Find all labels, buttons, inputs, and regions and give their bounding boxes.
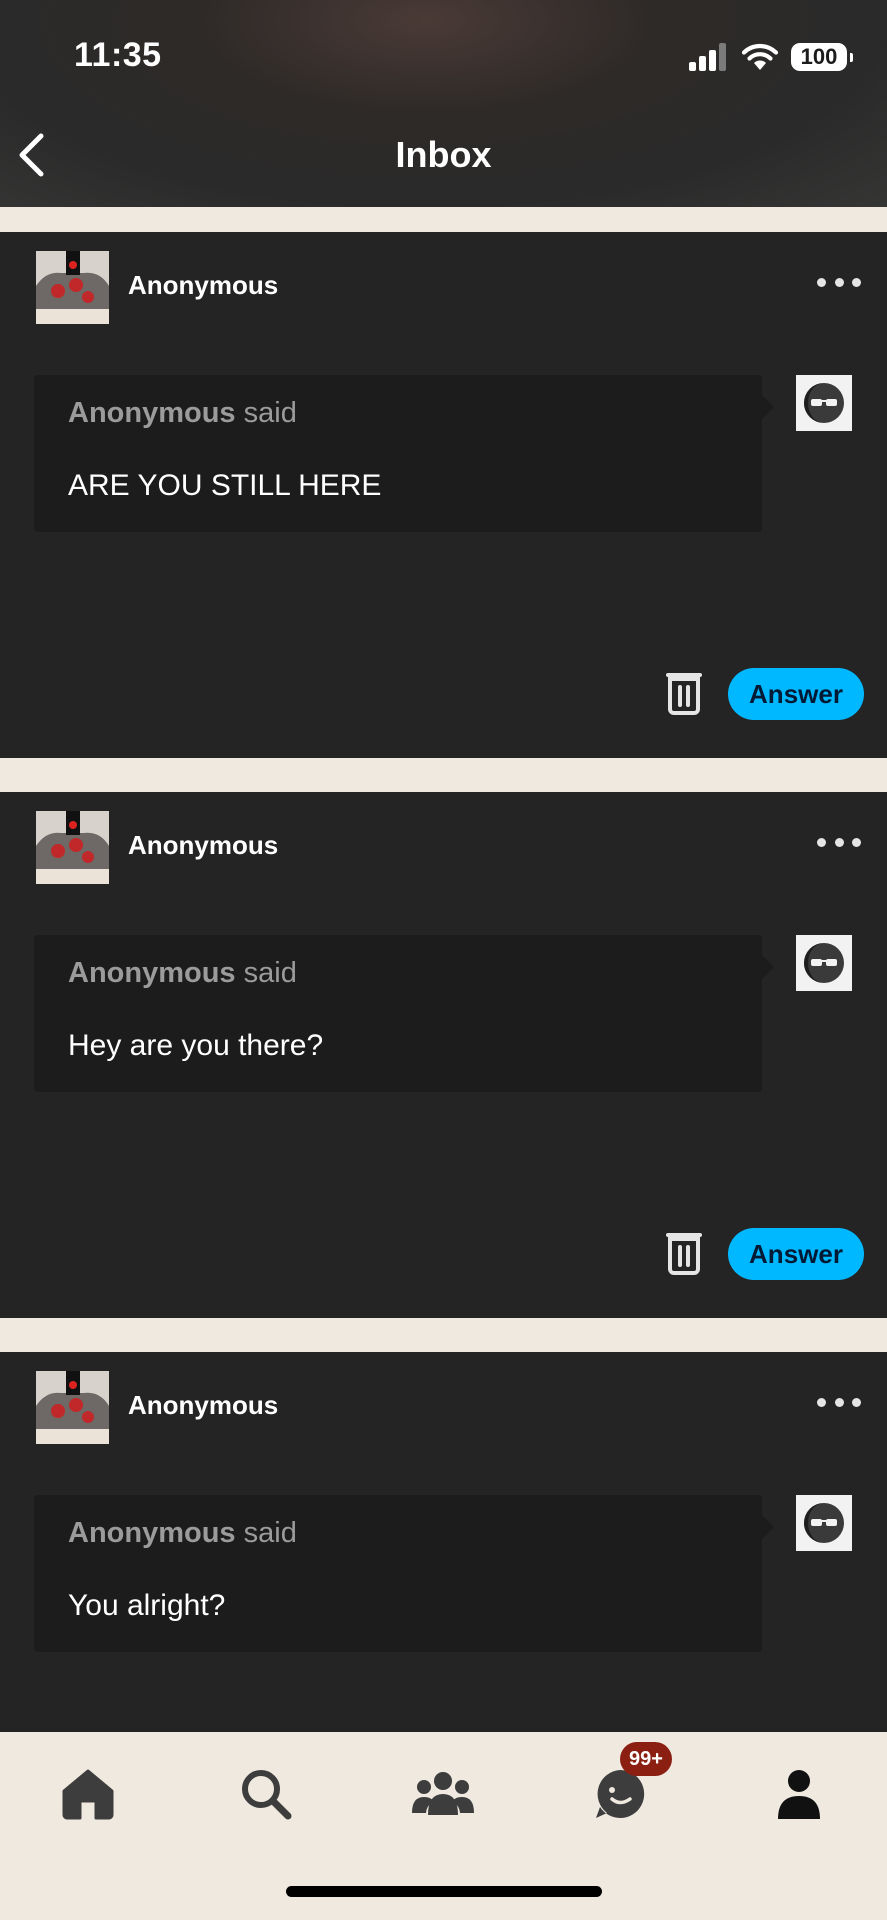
said-line: Anonymous said xyxy=(68,397,297,430)
sender-name[interactable]: Anonymous xyxy=(128,1390,278,1421)
top-bar: 11:35 100 Inbox xyxy=(0,0,887,207)
home-indicator xyxy=(286,1886,602,1897)
message-bubble: Anonymous said ARE YOU STILL HERE xyxy=(34,375,774,532)
more-options-button[interactable] xyxy=(817,272,861,292)
tab-communities[interactable] xyxy=(411,1762,475,1826)
inbox-message-card: Anonymous Anonymous said ARE YOU STILL H… xyxy=(0,232,887,758)
search-icon xyxy=(242,1770,292,1820)
message-text: ARE YOU STILL HERE xyxy=(68,469,382,502)
sender-avatar[interactable] xyxy=(36,1371,109,1444)
inbox-message-card: Anonymous Anonymous said Hey are you the… xyxy=(0,792,887,1318)
delete-trash-icon[interactable] xyxy=(664,669,704,715)
tab-home[interactable] xyxy=(56,1762,120,1826)
said-word: said xyxy=(243,397,297,429)
sender-avatar[interactable] xyxy=(36,251,109,324)
notification-badge: 99+ xyxy=(620,1742,672,1776)
said-line: Anonymous said xyxy=(68,957,297,990)
sender-name[interactable]: Anonymous xyxy=(128,270,278,301)
message-text: You alright? xyxy=(68,1589,226,1622)
more-options-button[interactable] xyxy=(817,832,861,852)
wifi-icon xyxy=(741,44,779,70)
said-word: said xyxy=(243,957,297,989)
status-time: 11:35 xyxy=(74,36,162,74)
answer-button[interactable]: Answer xyxy=(728,668,864,720)
said-name: Anonymous xyxy=(68,957,236,989)
anonymous-avatar-icon xyxy=(796,1495,852,1551)
more-options-button[interactable] xyxy=(817,1392,861,1412)
sender-avatar[interactable] xyxy=(36,811,109,884)
page-title: Inbox xyxy=(395,134,492,175)
delete-trash-icon[interactable] xyxy=(664,1229,704,1275)
status-icons: 100 xyxy=(689,40,853,74)
tab-account[interactable] xyxy=(767,1762,831,1826)
home-icon xyxy=(62,1769,114,1820)
anonymous-avatar-icon xyxy=(796,375,852,431)
communities-icon xyxy=(412,1772,474,1815)
battery-indicator: 100 xyxy=(791,43,853,71)
said-name: Anonymous xyxy=(68,397,236,429)
message-bubble: Anonymous said You alright? xyxy=(34,1495,774,1652)
answer-button[interactable]: Answer xyxy=(728,1228,864,1280)
said-name: Anonymous xyxy=(68,1517,236,1549)
message-text: Hey are you there? xyxy=(68,1029,324,1062)
anonymous-avatar-icon xyxy=(796,935,852,991)
account-icon xyxy=(778,1770,820,1819)
said-word: said xyxy=(243,1517,297,1549)
message-bubble: Anonymous said Hey are you there? xyxy=(34,935,774,1092)
sender-name[interactable]: Anonymous xyxy=(128,830,278,861)
tab-search[interactable] xyxy=(234,1762,298,1826)
signal-icon xyxy=(689,43,726,71)
said-line: Anonymous said xyxy=(68,1517,297,1550)
